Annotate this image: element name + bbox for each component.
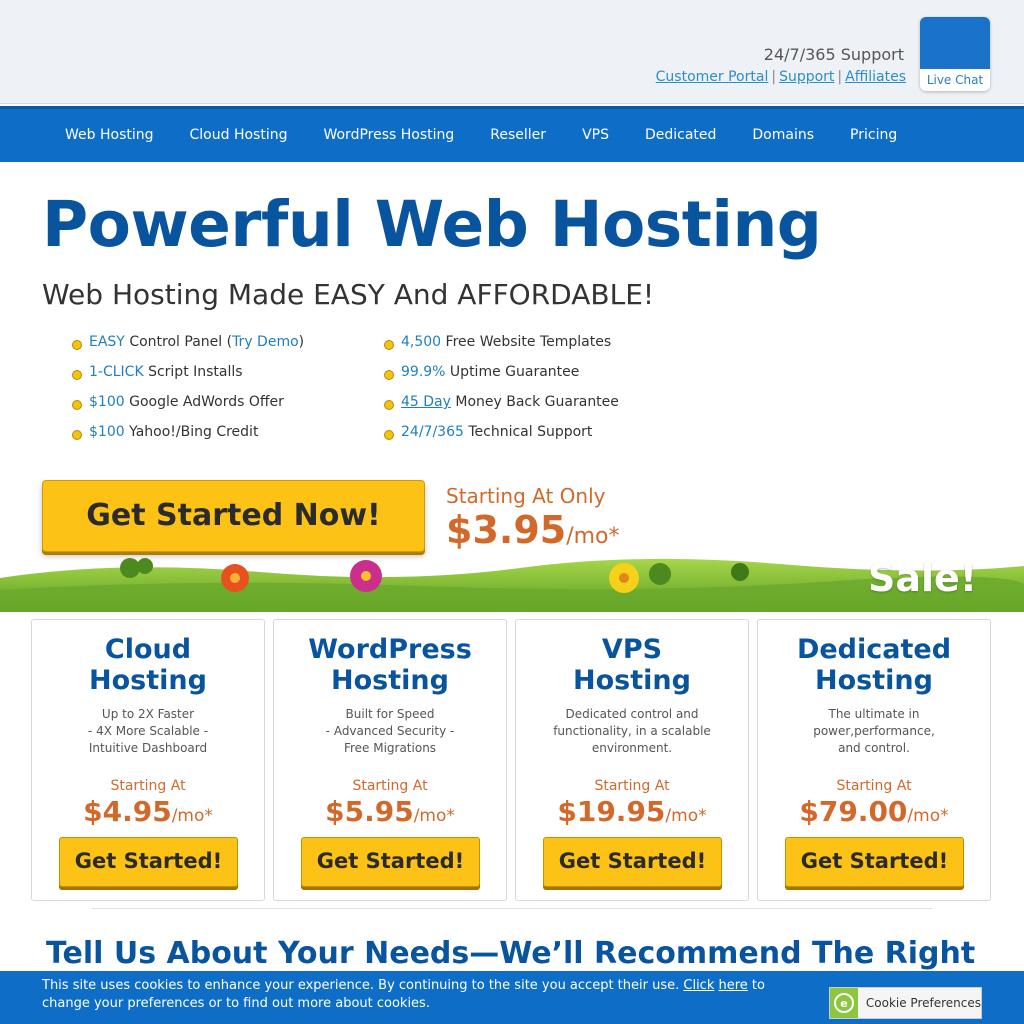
feature-list-right: 4,500 Free Website Templates 99.9% Uptim… [384, 334, 619, 454]
feature-item: 45 Day Money Back Guarantee [384, 394, 619, 424]
money-back-link[interactable]: 45 Day [401, 394, 451, 410]
try-demo-link[interactable]: Try Demo [232, 334, 299, 350]
nav-item-dedicated[interactable]: Dedicated [627, 127, 734, 143]
starting-at-label: Starting At [110, 778, 186, 794]
plan-price: $19.95/mo* [557, 795, 707, 828]
feature-item: EASY Control Panel (Try Demo) [72, 334, 304, 364]
get-started-button[interactable]: Get Started! [543, 837, 722, 887]
nav-item-wordpress-hosting[interactable]: WordPress Hosting [305, 127, 472, 143]
plan-card-vps: VPS Hosting Dedicated control and function… [515, 619, 749, 901]
feature-item: 4,500 Free Website Templates [384, 334, 619, 364]
plan-price: $4.95/mo* [83, 795, 213, 828]
top-links: Customer Portal | Support | Affiliates [655, 69, 906, 85]
affiliates-link[interactable]: Affiliates [845, 69, 906, 85]
cookie-preferences-button[interactable]: e Cookie Preferences [829, 987, 982, 1019]
get-started-now-button[interactable]: Get Started Now! [42, 480, 425, 552]
nav-item-reseller[interactable]: Reseller [472, 127, 564, 143]
plan-title: VPS Hosting [573, 634, 691, 696]
plan-card-wordpress: WordPress Hosting Built for Speed - Advanc… [273, 619, 507, 901]
get-started-button[interactable]: Get Started! [301, 837, 480, 887]
plan-card-cloud: Cloud Hosting Up to 2X Faster - 4X More Sc… [31, 619, 265, 901]
feature-item: $100 Google AdWords Offer [72, 394, 304, 424]
cookie-logo-icon: e [830, 988, 858, 1018]
cookie-here-link[interactable]: here [719, 978, 748, 993]
bullet-icon [72, 370, 82, 380]
sale-badge: Sale! [868, 556, 978, 600]
get-started-button[interactable]: Get Started! [785, 837, 964, 887]
plan-price: $79.00/mo* [799, 795, 949, 828]
plan-title: Dedicated Hosting [796, 634, 952, 696]
plan-title: WordPress Hosting [308, 634, 472, 696]
feature-item: 99.9% Uptime Guarantee [384, 364, 619, 394]
nav-item-web-hosting[interactable]: Web Hosting [47, 127, 172, 143]
top-header: 24/7/365 Support Customer Portal | Support… [0, 0, 1024, 104]
get-started-button[interactable]: Get Started! [59, 837, 238, 887]
bullet-icon [72, 430, 82, 440]
nav-item-domains[interactable]: Domains [734, 127, 832, 143]
feature-item: 1-CLICK Script Installs [72, 364, 304, 394]
live-chat-label: Live Chat [926, 73, 984, 87]
feature-item: $100 Yahoo!/Bing Credit [72, 424, 304, 454]
cookie-banner: This site uses cookies to enhance your e… [0, 971, 1024, 1024]
bullet-icon [384, 370, 394, 380]
section-divider [92, 908, 932, 909]
bullet-icon [384, 340, 394, 350]
plan-description: Dedicated control and functionality, in a… [553, 707, 711, 755]
support-link[interactable]: Support [779, 69, 834, 85]
bullet-icon [72, 400, 82, 410]
starting-at-label: Starting At [352, 778, 428, 794]
plan-description: Up to 2X Faster - 4X More Scalable - Intui… [87, 707, 209, 755]
cookie-click-link[interactable]: Click [683, 978, 714, 993]
svg-text:e: e [840, 997, 847, 1010]
cookie-preferences-label: Cookie Preferences [865, 996, 981, 1010]
cookie-text: This site uses cookies to enhance your e… [42, 978, 765, 1011]
bullet-icon [384, 400, 394, 410]
plan-title: Cloud Hosting [89, 634, 207, 696]
nav-item-cloud-hosting[interactable]: Cloud Hosting [172, 127, 306, 143]
hero-price: $3.95/mo* [446, 508, 620, 552]
starting-at-label: Starting At [836, 778, 912, 794]
plan-description: The ultimate in power,performance, and con… [813, 707, 935, 755]
hero-title: Powerful Web Hosting [42, 188, 822, 261]
hero-subtitle: Web Hosting Made EASY And AFFORDABLE! [42, 278, 655, 311]
section-heading: Tell Us About Your Needs—We’ll Recommend… [46, 936, 976, 971]
bullet-icon [72, 340, 82, 350]
feature-item: 24/7/365 Technical Support [384, 424, 619, 454]
plan-card-dedicated: Dedicated Hosting The ultimate in power,pe… [757, 619, 991, 901]
support-title: 24/7/365 Support [763, 45, 904, 64]
starting-at-label: Starting At [594, 778, 670, 794]
bullet-icon [384, 430, 394, 440]
plan-price: $5.95/mo* [325, 795, 455, 828]
chat-icon [920, 17, 990, 69]
starting-at-label: Starting At Only [446, 484, 606, 508]
feature-list-left: EASY Control Panel (Try Demo) 1-CLICK Sc… [72, 334, 304, 454]
plan-description: Built for Speed - Advanced Security - Free… [325, 707, 455, 755]
customer-portal-link[interactable]: Customer Portal [656, 69, 769, 85]
live-chat-button[interactable]: Live Chat [920, 17, 990, 91]
nav-item-pricing[interactable]: Pricing [832, 127, 915, 143]
main-nav: Web Hosting Cloud Hosting WordPress Host… [0, 106, 1024, 162]
nav-item-vps[interactable]: VPS [564, 127, 627, 143]
